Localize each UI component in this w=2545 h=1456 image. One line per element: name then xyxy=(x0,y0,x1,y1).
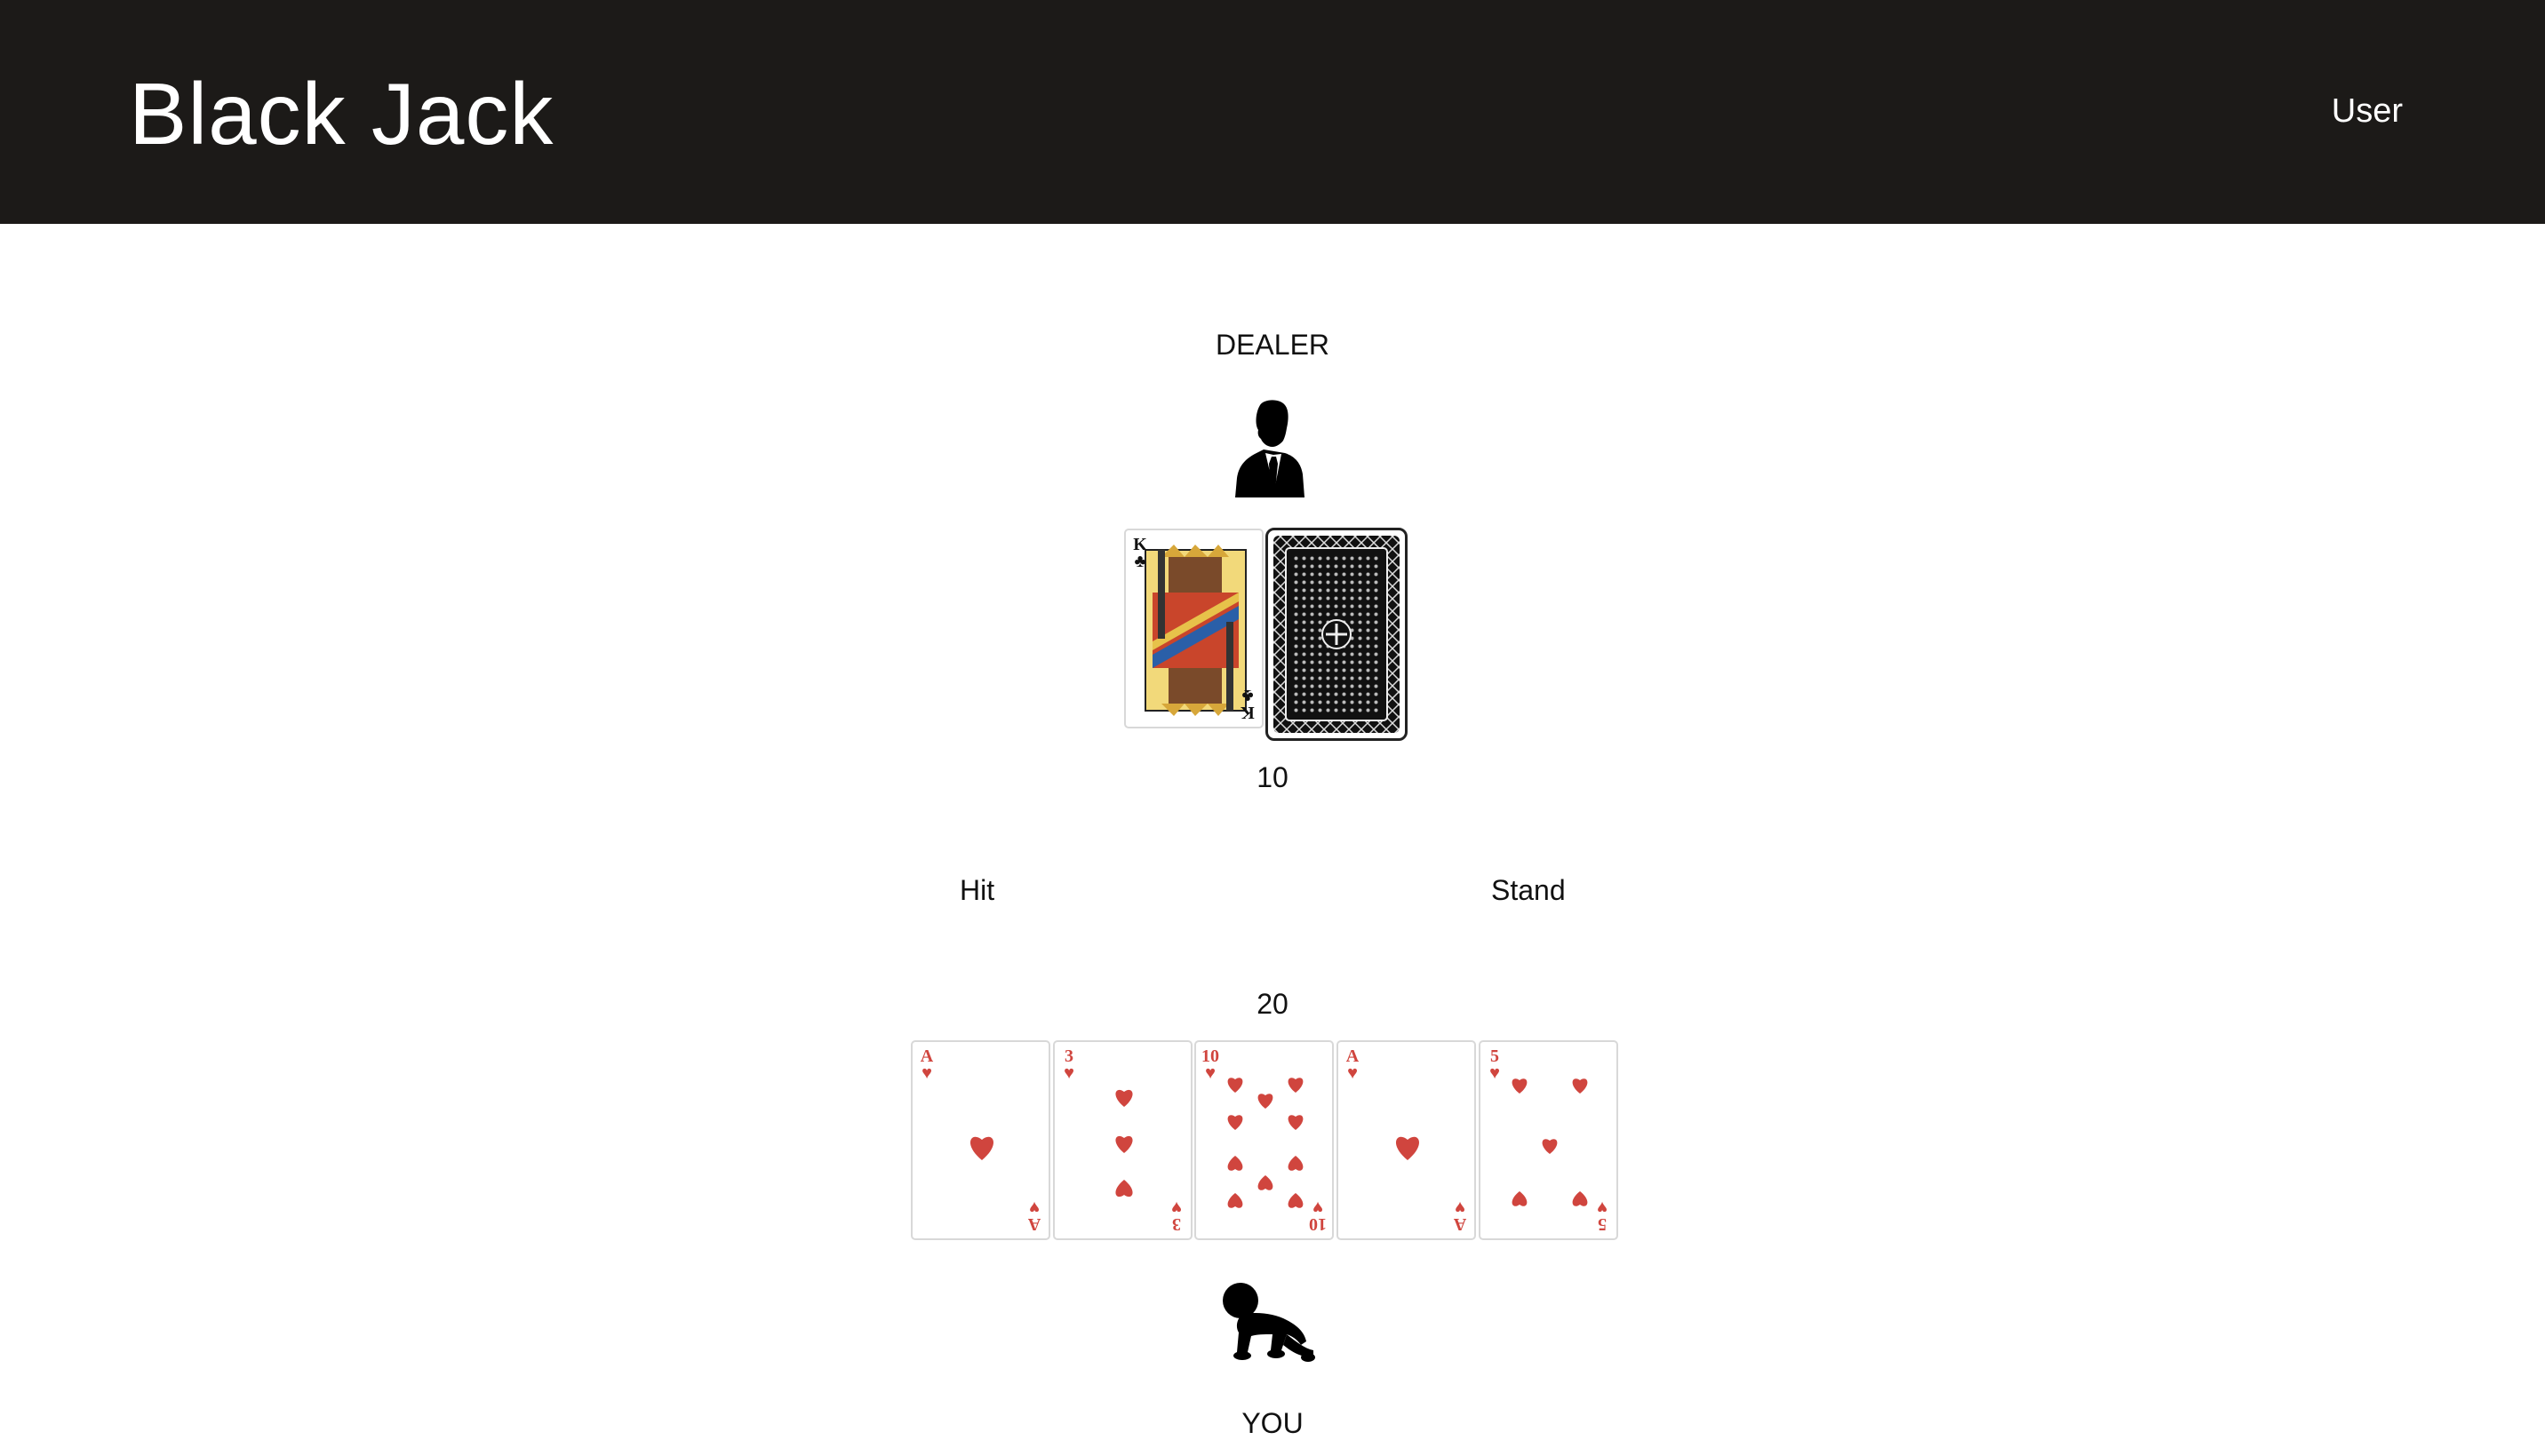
card-corner-bottom: K ♣ xyxy=(1237,686,1258,722)
heart-icon: ♥ xyxy=(1312,1197,1323,1217)
heart-icon: ♥ xyxy=(1171,1197,1182,1217)
heart-icon: ♥ xyxy=(1455,1197,1465,1217)
crawling-baby-silhouette-icon xyxy=(1223,1283,1315,1362)
dealer-card-king-of-clubs: K ♣ K ♣ xyxy=(1124,529,1264,728)
card-rank: A xyxy=(1453,1214,1467,1234)
card-rank: 10 xyxy=(1309,1214,1327,1234)
card-corner-top: K ♣ xyxy=(1129,536,1151,571)
card-corner-top: 5 ♥ xyxy=(1484,1047,1505,1083)
hit-button[interactable]: Hit xyxy=(960,872,994,908)
player-card-ace-of-hearts: A ♥ A ♥ xyxy=(1336,1040,1476,1240)
heart-icon: ♥ xyxy=(1064,1063,1074,1083)
player-card-3-of-hearts: 3 ♥ 3 ♥ xyxy=(1053,1040,1193,1240)
dealer-score: 10 xyxy=(1257,761,1288,793)
app-title: Black Jack xyxy=(129,65,554,163)
card-corner-bottom: A ♥ xyxy=(1024,1197,1045,1234)
club-icon: ♣ xyxy=(1134,552,1146,571)
card-back-pattern xyxy=(1273,536,1400,733)
card-rank: A xyxy=(1027,1214,1041,1234)
card-rank: K xyxy=(1241,703,1255,722)
card-rank: 3 xyxy=(1172,1214,1181,1234)
club-icon: ♣ xyxy=(1241,686,1254,705)
heart-icon: ♥ xyxy=(1597,1197,1608,1217)
card-corner-bottom: 10 ♥ xyxy=(1307,1197,1328,1234)
businessman-silhouette-icon xyxy=(1235,400,1304,497)
heart-icon: ♥ xyxy=(1489,1063,1500,1083)
player-card-10-of-hearts: 10 ♥ 10 ♥ xyxy=(1194,1040,1334,1240)
stand-button[interactable]: Stand xyxy=(1491,872,1566,908)
card-rank: 5 xyxy=(1598,1214,1607,1234)
player-card-5-of-hearts: 5 ♥ 5 ♥ xyxy=(1479,1040,1618,1240)
user-link[interactable]: User xyxy=(2332,89,2403,133)
card-corner-bottom: 3 ♥ xyxy=(1166,1197,1187,1234)
card-corner-top: A ♥ xyxy=(1342,1047,1363,1083)
card-corner-top: A ♥ xyxy=(916,1047,937,1083)
heart-icon: ♥ xyxy=(1029,1197,1040,1217)
dealer-card-face-down xyxy=(1265,528,1408,741)
top-navbar: Black Jack User xyxy=(0,0,2545,224)
heart-icon: ♥ xyxy=(1205,1063,1216,1083)
card-corner-bottom: A ♥ xyxy=(1449,1197,1471,1234)
heart-icon: ♥ xyxy=(921,1063,932,1083)
player-label: YOU xyxy=(1241,1407,1304,1439)
player-score: 20 xyxy=(1257,988,1288,1020)
card-corner-top: 10 ♥ xyxy=(1200,1047,1221,1083)
card-corner-top: 3 ♥ xyxy=(1058,1047,1080,1083)
heart-icon: ♥ xyxy=(1347,1063,1358,1083)
dealer-label: DEALER xyxy=(1215,329,1330,361)
player-card-ace-of-hearts: A ♥ A ♥ xyxy=(911,1040,1050,1240)
card-corner-bottom: 5 ♥ xyxy=(1592,1197,1613,1234)
